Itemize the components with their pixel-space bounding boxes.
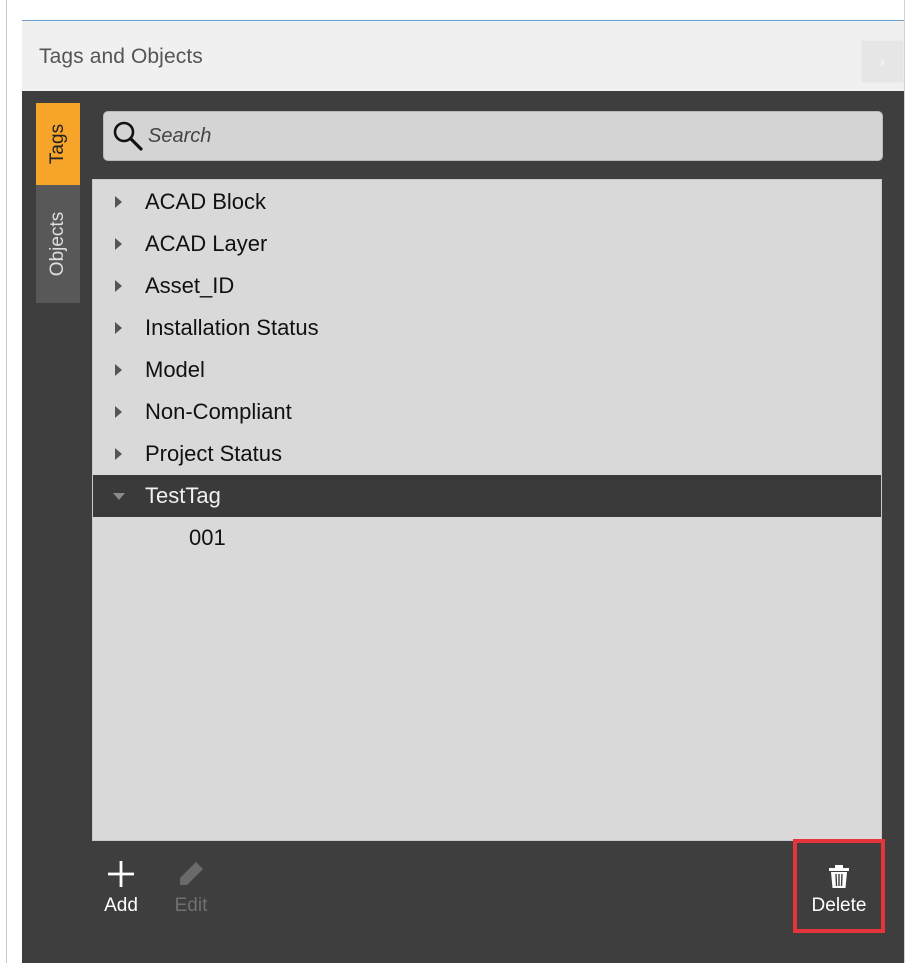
- add-button-label: Add: [104, 895, 138, 916]
- delete-button[interactable]: Delete: [793, 839, 885, 933]
- tree-item-testtag[interactable]: TestTag: [93, 475, 881, 517]
- tree-child-item-001[interactable]: 001: [93, 517, 881, 559]
- plus-icon: [108, 861, 134, 887]
- edit-button-label: Edit: [174, 895, 208, 916]
- expand-arrow-icon[interactable]: [115, 448, 122, 460]
- panel-title: Tags and Objects: [39, 45, 203, 68]
- left-border-line: [6, 0, 7, 963]
- tags-and-objects-panel: Tags and Objects x Tags Objects Search A…: [22, 21, 904, 963]
- delete-button-label: Delete: [811, 895, 867, 916]
- tree-item-non-compliant[interactable]: Non-Compliant: [93, 391, 881, 433]
- screenshot-canvas: Tags and Objects x Tags Objects Search A…: [0, 0, 908, 963]
- edit-button[interactable]: Edit: [162, 859, 220, 929]
- expand-arrow-icon[interactable]: [115, 364, 122, 376]
- search-box: [103, 111, 883, 161]
- collapse-arrow-icon[interactable]: [113, 493, 125, 500]
- trash-icon: [829, 865, 849, 888]
- search-icon: [113, 121, 143, 151]
- tree-item-label: Non-Compliant: [145, 399, 292, 424]
- tab-tags[interactable]: Tags: [36, 103, 80, 185]
- add-button[interactable]: Add: [92, 859, 150, 929]
- tab-tags-label: Tags: [46, 123, 68, 165]
- expand-arrow-icon[interactable]: [115, 406, 122, 418]
- tree-item-label: Model: [145, 357, 205, 382]
- tree-item-model[interactable]: Model: [93, 349, 881, 391]
- tree-item-project-status[interactable]: Project Status: [93, 433, 881, 475]
- tree-item-label: Project Status: [145, 441, 282, 466]
- close-icon: x: [879, 54, 886, 69]
- expand-arrow-icon[interactable]: [115, 196, 122, 208]
- tree-item-installation-status[interactable]: Installation Status: [93, 307, 881, 349]
- tag-tree: ACAD Block ACAD Layer Asset_ID Installat…: [92, 179, 882, 841]
- tree-item-asset-id[interactable]: Asset_ID: [93, 265, 881, 307]
- tab-objects[interactable]: Objects: [36, 185, 80, 303]
- tree-item-acad-block[interactable]: ACAD Block: [93, 181, 881, 223]
- search-input[interactable]: [148, 120, 868, 152]
- tree-item-label: ACAD Layer: [145, 231, 268, 256]
- expand-arrow-icon[interactable]: [115, 238, 122, 250]
- expand-arrow-icon[interactable]: [115, 322, 122, 334]
- tree-item-label: Asset_ID: [145, 273, 235, 298]
- panel-body: Tags Objects ACAD Block ACAD L: [22, 91, 904, 963]
- tree-item-label: ACAD Block: [145, 189, 267, 214]
- tab-objects-label: Objects: [47, 211, 69, 277]
- tree-item-acad-layer[interactable]: ACAD Layer: [93, 223, 881, 265]
- close-button[interactable]: x: [861, 40, 904, 83]
- pencil-icon: [180, 862, 203, 885]
- right-border-line: [904, 0, 905, 963]
- tree-child-label: 001: [189, 525, 226, 550]
- tree-item-label: Installation Status: [145, 315, 319, 340]
- expand-arrow-icon[interactable]: [115, 280, 122, 292]
- tree-item-label: TestTag: [145, 483, 221, 508]
